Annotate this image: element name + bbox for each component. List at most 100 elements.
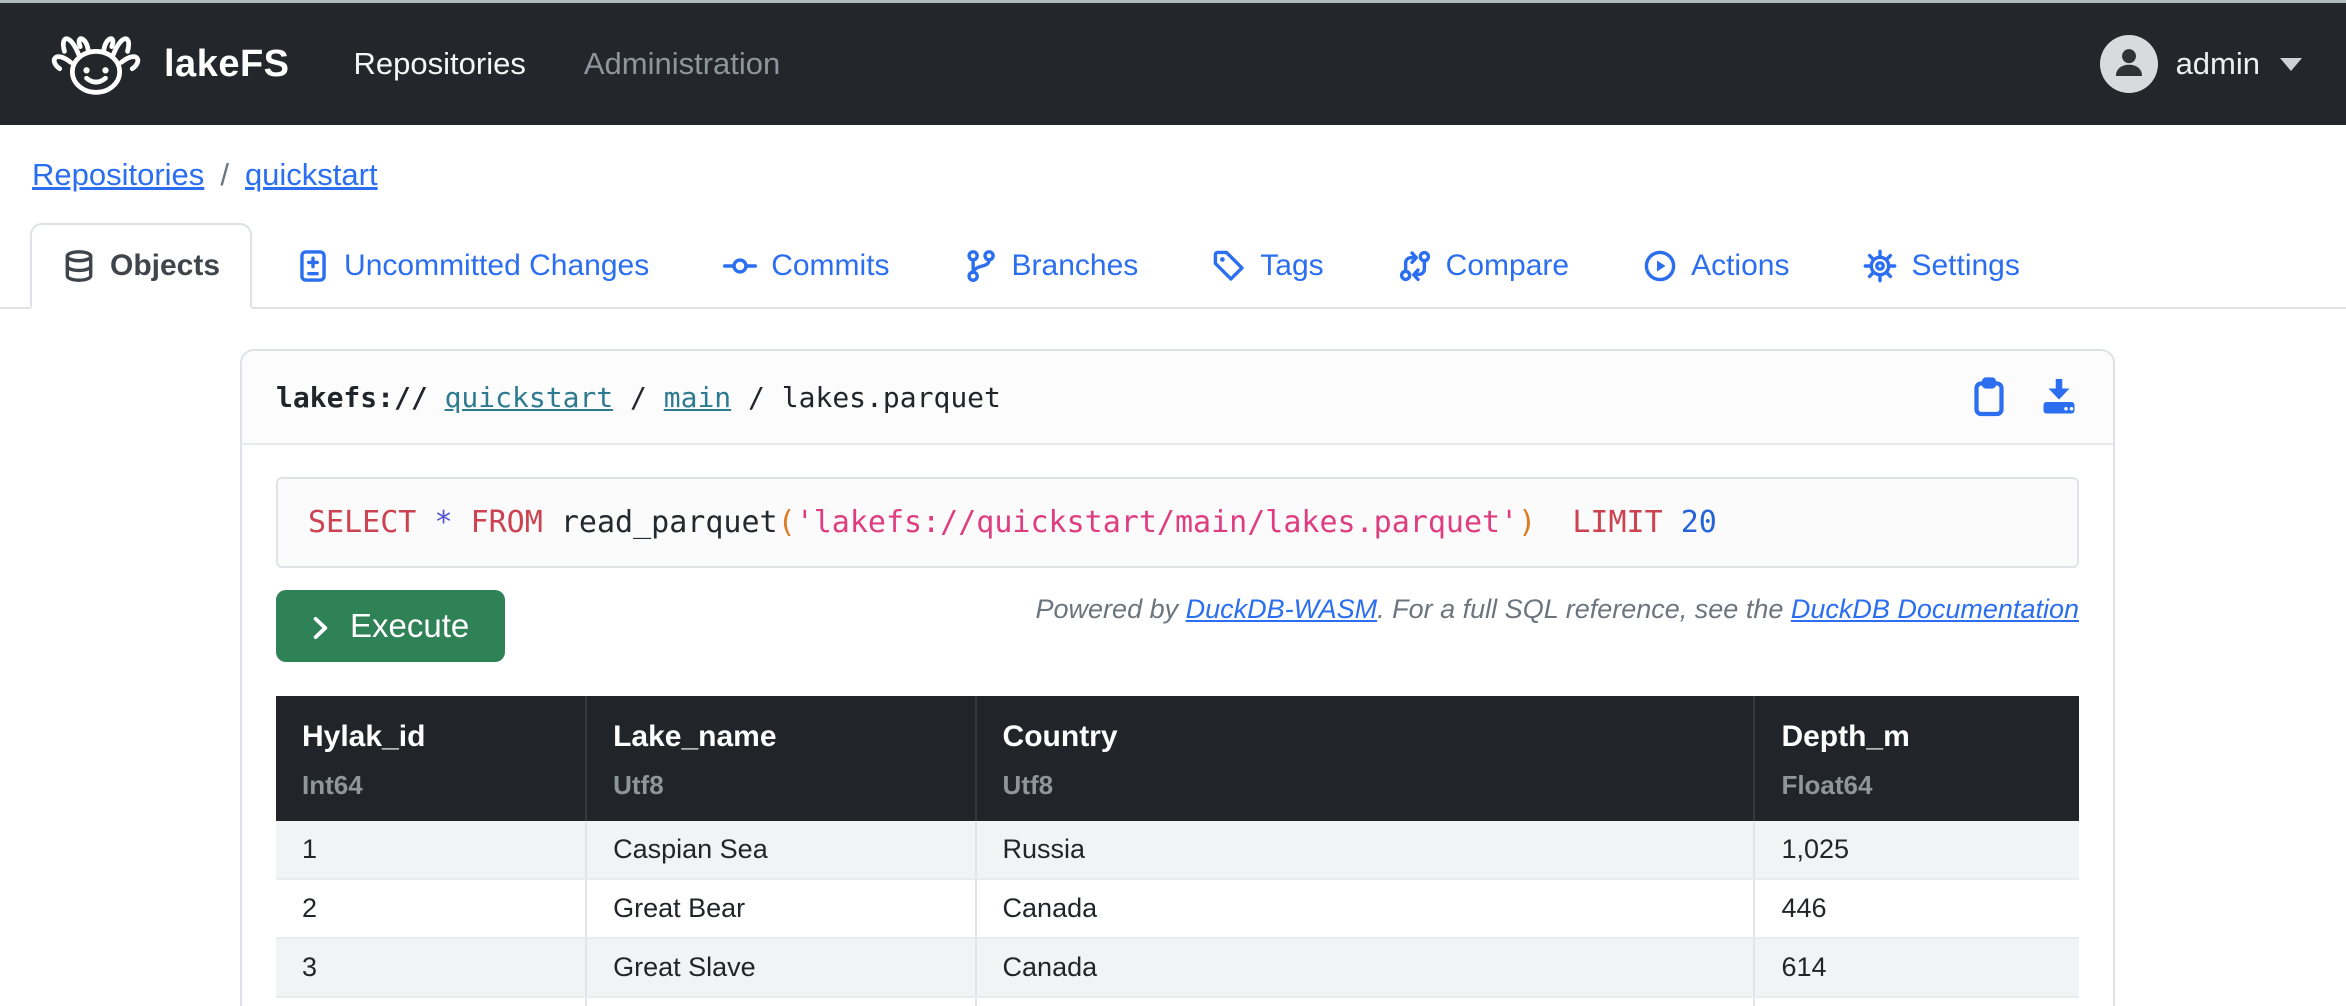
table-cell: 614 <box>1754 938 2079 997</box>
user-menu[interactable]: admin <box>2100 35 2302 93</box>
breadcrumb-repositories[interactable]: Repositories <box>32 157 204 192</box>
person-icon <box>2111 44 2147 85</box>
execute-button[interactable]: Execute <box>276 590 505 662</box>
tab-label: Objects <box>110 249 220 283</box>
tab-label: Uncommitted Changes <box>344 249 649 283</box>
results-header-row: Hylak_id Int64 Lake_nameUtf8 Country Utf8 Dep… <box>276 696 2079 821</box>
tab-label: Actions <box>1691 249 1789 283</box>
tab-branches[interactable]: Branches <box>934 225 1169 307</box>
object-viewer-card: lakefs:// quickstart / main / lakes.parq… <box>240 349 2115 1006</box>
table-cell: Great Slave <box>586 938 975 997</box>
table-row: 3Great SlaveCanada614 <box>276 938 2079 997</box>
sql-editor[interactable]: SELECT * FROM read_parquet('lakefs://qui… <box>276 477 2079 568</box>
gear-icon <box>1863 249 1897 283</box>
breadcrumb-separator: / <box>220 157 229 192</box>
table-cell: Canada <box>976 938 1755 997</box>
powered-middle: . For a full SQL reference, see the <box>1377 594 1791 624</box>
table-row: 2Great BearCanada446 <box>276 879 2079 938</box>
column-type: Utf8 <box>1003 770 1728 801</box>
breadcrumb-quickstart[interactable]: quickstart <box>245 157 378 192</box>
table-cell: Winnipeg <box>586 997 975 1006</box>
duckdb-wasm-link[interactable]: DuckDB-WASM <box>1186 594 1378 624</box>
sql-token: * <box>434 505 452 540</box>
lakefs-logo-icon <box>44 23 148 105</box>
table-cell: 2 <box>276 879 586 938</box>
tab-label: Tags <box>1260 249 1323 283</box>
sql-token: ) <box>1518 505 1536 540</box>
table-cell: 1 <box>276 821 586 879</box>
path-scheme: lakefs:// <box>276 381 428 414</box>
powered-by-text: Powered by DuckDB-WASM. For a full SQL r… <box>1036 594 2079 625</box>
sql-token <box>1663 505 1681 540</box>
card-body: SELECT * FROM read_parquet('lakefs://qui… <box>242 445 2113 1006</box>
path-separator: / <box>630 381 647 414</box>
sql-token <box>453 505 471 540</box>
object-path-header: lakefs:// quickstart / main / lakes.parq… <box>242 351 2113 445</box>
table-cell: Caspian Sea <box>586 821 975 879</box>
download-icon[interactable] <box>2039 377 2079 417</box>
tab-objects[interactable]: Objects <box>30 223 252 309</box>
path-separator: / <box>748 381 765 414</box>
tab-bar: Objects Uncommitted Changes Commits Branche… <box>0 217 2346 309</box>
nav-item-repositories[interactable]: Repositories <box>354 46 526 82</box>
tab-label: Commits <box>771 249 889 283</box>
brand[interactable]: lakeFS <box>44 23 290 105</box>
column-header-lake_name: Lake_nameUtf8 <box>586 696 975 821</box>
sql-token <box>1536 505 1572 540</box>
sql-token: 'lakefs://quickstart/main/lakes.parquet' <box>796 505 1518 540</box>
column-type: Utf8 <box>613 770 948 801</box>
nav-item-administration[interactable]: Administration <box>584 46 780 82</box>
object-path: lakefs:// quickstart / main / lakes.parq… <box>276 381 1001 414</box>
table-cell: 36 <box>1754 997 2079 1006</box>
column-header-depth_m: Depth_mFloat64 <box>1754 696 2079 821</box>
tab-tags[interactable]: Tags <box>1182 225 1353 307</box>
sql-token: LIMIT <box>1572 505 1662 540</box>
navbar: lakeFS Repositories Administration admin <box>0 3 2346 125</box>
play-circle-icon <box>1643 249 1677 283</box>
table-cell: 446 <box>1754 879 2079 938</box>
results-table: Hylak_id Int64 Lake_nameUtf8 Country Utf8 Dep… <box>276 696 2079 1006</box>
column-name: Hylak_id <box>302 720 559 754</box>
path-branch-link[interactable]: main <box>664 381 731 414</box>
tab-commits[interactable]: Commits <box>693 225 919 307</box>
path-repo-link[interactable]: quickstart <box>445 381 614 414</box>
meta-row: Execute Powered by DuckDB-WASM. For a fu… <box>276 586 2079 662</box>
brand-name: lakeFS <box>164 43 290 86</box>
column-header-country: Country Utf8 <box>976 696 1755 821</box>
tab-settings[interactable]: Settings <box>1833 225 2049 307</box>
table-cell: Great Bear <box>586 879 975 938</box>
powered-prefix: Powered by <box>1036 594 1186 624</box>
chevron-right-icon <box>306 612 334 640</box>
column-type: Float64 <box>1781 770 2053 801</box>
user-name: admin <box>2176 46 2260 82</box>
branch-icon <box>964 249 998 283</box>
sql-token: read_parquet <box>561 505 778 540</box>
table-cell: 4 <box>276 997 586 1006</box>
compare-icon <box>1398 249 1432 283</box>
table-row: 1Caspian SeaRussia1,025 <box>276 821 2079 879</box>
tab-uncommitted-changes[interactable]: Uncommitted Changes <box>266 225 679 307</box>
commit-icon <box>723 249 757 283</box>
duckdb-docs-link[interactable]: DuckDB Documentation <box>1791 594 2079 624</box>
tab-label: Branches <box>1012 249 1139 283</box>
file-diff-icon <box>296 249 330 283</box>
sql-token: SELECT <box>308 505 416 540</box>
results-body: 1Caspian SeaRussia1,0252Great BearCanada… <box>276 821 2079 1006</box>
database-icon <box>62 249 96 283</box>
table-row: 4WinnipegCanada36 <box>276 997 2079 1006</box>
column-type: Int64 <box>302 770 559 801</box>
sql-token: ( <box>778 505 796 540</box>
column-name: Country <box>1003 720 1728 754</box>
table-cell: Russia <box>976 821 1755 879</box>
table-cell: Canada <box>976 879 1755 938</box>
tab-compare[interactable]: Compare <box>1368 225 1599 307</box>
copy-icon[interactable] <box>1969 377 2009 417</box>
breadcrumb: Repositories / quickstart <box>0 125 2346 217</box>
sql-token: 20 <box>1681 505 1717 540</box>
table-cell: 1,025 <box>1754 821 2079 879</box>
chevron-down-icon <box>2280 58 2302 71</box>
column-header-hylak_id: Hylak_id Int64 <box>276 696 586 821</box>
execute-label: Execute <box>350 607 469 645</box>
tab-label: Settings <box>1911 249 2019 283</box>
tab-actions[interactable]: Actions <box>1613 225 1819 307</box>
